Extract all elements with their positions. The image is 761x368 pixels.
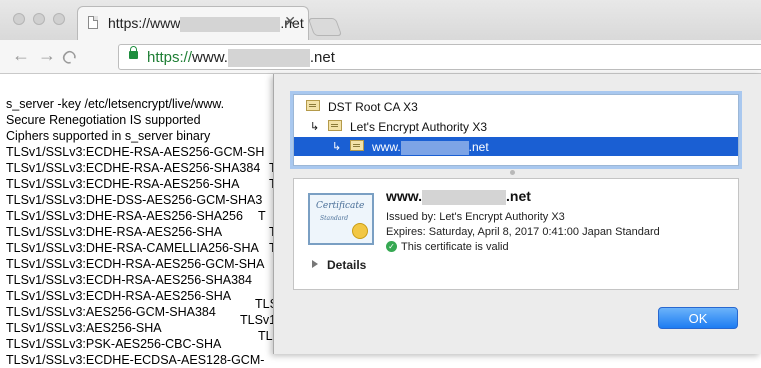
page-line: TLSv1/SSLv3:ECDHE-RSA-AES256-SHA	[6, 177, 240, 191]
expires: Expires: Saturday, April 8, 2017 0:41:00…	[386, 226, 660, 238]
validity-status: This certificate is valid	[401, 241, 509, 253]
chain-item-intermediate[interactable]: ↳ Let's Encrypt Authority X3	[294, 117, 738, 136]
address-bar[interactable]: https://www. .net	[118, 44, 761, 70]
close-window-button[interactable]	[13, 13, 25, 25]
zoom-window-button[interactable]	[53, 13, 65, 25]
page-text: s_server -key /etc/letsencrypt/live/www.…	[6, 96, 264, 368]
browser-toolbar: ← → C https://www. .net	[0, 40, 761, 74]
page-line-fragment: T	[258, 209, 266, 223]
pane-splitter[interactable]	[510, 170, 515, 175]
certificate-details: Certificate Standard www. .net Issued by:…	[293, 178, 739, 290]
page-line: TLSv1/SSLv3:ECDHE-ECDSA-AES128-GCM-	[6, 353, 265, 367]
certificate-icon	[328, 120, 342, 131]
lock-icon[interactable]	[129, 46, 138, 59]
chain-item-label: www. .net	[372, 140, 489, 155]
child-arrow-icon: ↳	[332, 141, 342, 153]
window-titlebar: https://www .net ✕	[0, 0, 761, 40]
certificate-name: www. .net	[386, 188, 531, 205]
certificate-icon	[350, 140, 364, 151]
page-line: TLSv1/SSLv3:AES256-GCM-SHA384	[6, 305, 216, 319]
certificate-icon-subtitle: Standard	[320, 215, 349, 222]
page-line: TLSv1/SSLv3:ECDH-RSA-AES256-GCM-SHA	[6, 257, 265, 271]
page-line-fragment: TL	[258, 329, 273, 343]
certificate-large-icon: Certificate Standard	[308, 193, 374, 245]
page-line: Ciphers supported in s_server binary	[6, 129, 211, 143]
minimize-window-button[interactable]	[33, 13, 45, 25]
page-line: s_server -key /etc/letsencrypt/live/www.	[6, 97, 225, 111]
page-line: TLSv1/SSLv3:ECDHE-RSA-AES256-SHA384	[6, 161, 261, 175]
page-line: TLSv1/SSLv3:PSK-AES256-CBC-SHA	[6, 337, 222, 351]
child-arrow-icon: ↳	[310, 121, 320, 133]
certificate-icon-title: Certificate	[316, 201, 365, 211]
issued-by: Issued by: Let's Encrypt Authority X3	[386, 211, 565, 223]
chain-item-root[interactable]: DST Root CA X3	[294, 97, 738, 116]
chain-item-leaf[interactable]: ↳ www. .net	[294, 137, 738, 156]
page-line: TLSv1/SSLv3:ECDH-RSA-AES256-SHA	[6, 289, 232, 303]
ok-button[interactable]: OK	[658, 307, 738, 329]
page-line: TLSv1/SSLv3:ECDHE-RSA-AES256-GCM-SH	[6, 145, 265, 159]
details-toggle[interactable]: Details	[327, 258, 366, 272]
page-line: TLSv1/SSLv3:ECDH-RSA-AES256-SHA384	[6, 273, 252, 287]
disclosure-triangle-icon[interactable]	[312, 260, 318, 268]
address-url: https://www. .net	[147, 49, 335, 68]
reload-button[interactable]: C	[56, 45, 80, 69]
page-line: TLSv1/SSLv3:AES256-SHA	[6, 321, 162, 335]
close-tab-icon[interactable]: ✕	[284, 13, 296, 30]
forward-button[interactable]: →	[38, 45, 56, 66]
new-tab-button[interactable]	[307, 18, 343, 36]
page-line: TLSv1/SSLv3:DHE-DSS-AES256-GCM-SHA3	[6, 193, 263, 207]
page-line: Secure Renegotiation IS supported	[6, 113, 201, 127]
browser-tab[interactable]: https://www .net ✕	[77, 6, 309, 40]
chain-item-label: Let's Encrypt Authority X3	[350, 120, 488, 134]
back-button[interactable]: ←	[12, 45, 30, 66]
tab-title: https://www .net	[108, 15, 304, 32]
page-line: TLSv1/SSLv3:DHE-RSA-AES256-SHA256	[6, 209, 243, 223]
chain-item-label: DST Root CA X3	[328, 100, 418, 114]
checkmark-icon: ✓	[386, 241, 397, 252]
page-icon	[88, 16, 98, 29]
certificate-icon	[306, 100, 320, 111]
certificate-chain-list[interactable]: DST Root CA X3 ↳ Let's Encrypt Authority…	[293, 94, 739, 166]
page-line: TLSv1/SSLv3:DHE-RSA-CAMELLIA256-SHA	[6, 241, 259, 255]
page-line: TLSv1/SSLv3:DHE-RSA-AES256-SHA	[6, 225, 223, 239]
certificate-sheet: DST Root CA X3 ↳ Let's Encrypt Authority…	[273, 74, 761, 354]
seal-icon	[352, 223, 368, 239]
